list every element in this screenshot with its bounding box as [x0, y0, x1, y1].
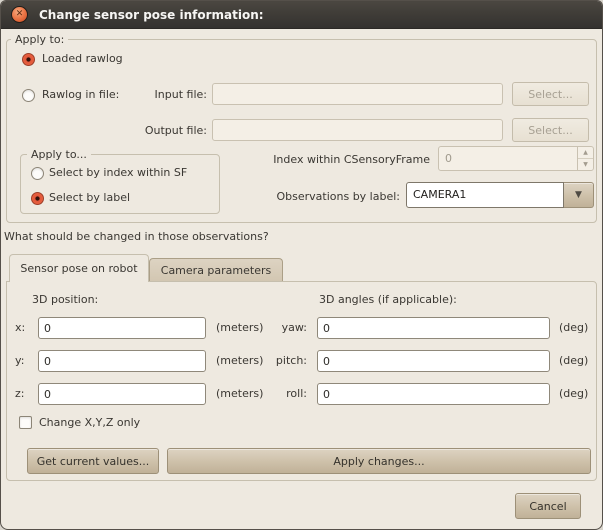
- chevron-down-icon: ▼: [575, 191, 582, 200]
- select-output-file-button-label: Select...: [528, 124, 572, 137]
- titlebar[interactable]: ✕ Change sensor pose information:: [1, 1, 602, 29]
- select-by-index-radio[interactable]: [31, 167, 44, 180]
- spinner-up-icon[interactable]: ▲: [578, 147, 593, 159]
- window-title: Change sensor pose information:: [39, 8, 264, 22]
- apply-to-group-label: Apply to:: [11, 32, 68, 47]
- position-title: 3D position:: [32, 293, 98, 307]
- change-xyz-only-checkbox[interactable]: [19, 416, 32, 429]
- yaw-input[interactable]: [317, 317, 550, 339]
- question-label: What should be changed in those observat…: [4, 230, 269, 244]
- apply-to-sub-group-label: Apply to...: [27, 147, 91, 162]
- y-input[interactable]: [38, 350, 206, 372]
- y-unit-label: (meters): [216, 354, 263, 368]
- select-input-file-button-label: Select...: [528, 88, 572, 101]
- input-file-label: Input file:: [132, 88, 207, 102]
- output-file-field[interactable]: [212, 119, 503, 141]
- yaw-unit-label: (deg): [559, 321, 588, 335]
- select-by-label-radio[interactable]: [31, 192, 44, 205]
- cancel-button-label: Cancel: [529, 500, 566, 513]
- sensor-pose-tab-panel: 3D position: 3D angles (if applicable): …: [6, 281, 597, 481]
- select-by-label-radio-label: Select by label: [49, 191, 130, 205]
- index-spinner-arrows: ▲ ▼: [577, 147, 593, 170]
- z-unit-label: (meters): [216, 387, 263, 401]
- apply-changes-button[interactable]: Apply changes...: [167, 448, 591, 474]
- pitch-label: pitch:: [267, 354, 307, 368]
- tab-camera-parameters-label: Camera parameters: [161, 264, 271, 277]
- z-input[interactable]: [38, 383, 206, 405]
- close-button[interactable]: ✕: [11, 6, 28, 23]
- loaded-rawlog-radio-label: Loaded rawlog: [42, 52, 123, 66]
- select-by-index-radio-label: Select by index within SF: [49, 166, 187, 180]
- y-label: y:: [15, 354, 24, 368]
- get-current-values-button[interactable]: Get current values...: [27, 448, 159, 474]
- x-unit-label: (meters): [216, 321, 263, 335]
- z-label: z:: [15, 387, 24, 401]
- loaded-rawlog-radio[interactable]: [22, 53, 35, 66]
- pitch-unit-label: (deg): [559, 354, 588, 368]
- apply-to-group: Apply to: Loaded rawlog Rawlog in file: …: [6, 39, 597, 223]
- index-spinner[interactable]: 0 ▲ ▼: [438, 146, 594, 171]
- roll-label: roll:: [267, 387, 307, 401]
- output-file-label: Output file:: [132, 124, 207, 138]
- roll-input[interactable]: [317, 383, 550, 405]
- get-current-values-button-label: Get current values...: [37, 455, 150, 468]
- observations-combo-value[interactable]: CAMERA1: [406, 182, 564, 208]
- yaw-label: yaw:: [267, 321, 307, 335]
- dialog-window: ✕ Change sensor pose information: Apply …: [0, 0, 603, 530]
- index-within-csensoryframe-label: Index within CSensoryFrame: [230, 153, 430, 167]
- rawlog-in-file-radio[interactable]: [22, 89, 35, 102]
- input-file-field[interactable]: [212, 83, 503, 105]
- change-xyz-only-checkbox-label: Change X,Y,Z only: [39, 416, 140, 430]
- apply-changes-button-label: Apply changes...: [333, 455, 424, 468]
- cancel-button[interactable]: Cancel: [515, 493, 581, 519]
- x-label: x:: [15, 321, 25, 335]
- select-output-file-button[interactable]: Select...: [512, 118, 589, 142]
- close-icon: ✕: [16, 10, 24, 19]
- spinner-down-icon[interactable]: ▼: [578, 159, 593, 170]
- tab-sensor-pose-label: Sensor pose on robot: [20, 262, 137, 275]
- rawlog-in-file-radio-label: Rawlog in file:: [42, 88, 119, 102]
- observations-by-label-label: Observations by label:: [240, 190, 400, 204]
- observations-combo-button[interactable]: ▼: [564, 182, 594, 208]
- tab-camera-parameters[interactable]: Camera parameters: [149, 258, 283, 282]
- apply-to-sub-group: Apply to... Select by index within SF Se…: [20, 154, 220, 214]
- select-input-file-button[interactable]: Select...: [512, 82, 589, 106]
- x-input[interactable]: [38, 317, 206, 339]
- index-spinner-value: 0: [439, 147, 577, 170]
- tab-sensor-pose[interactable]: Sensor pose on robot: [9, 254, 149, 282]
- observations-combo[interactable]: CAMERA1 ▼: [406, 182, 594, 208]
- pitch-input[interactable]: [317, 350, 550, 372]
- roll-unit-label: (deg): [559, 387, 588, 401]
- angles-title: 3D angles (if applicable):: [319, 293, 457, 307]
